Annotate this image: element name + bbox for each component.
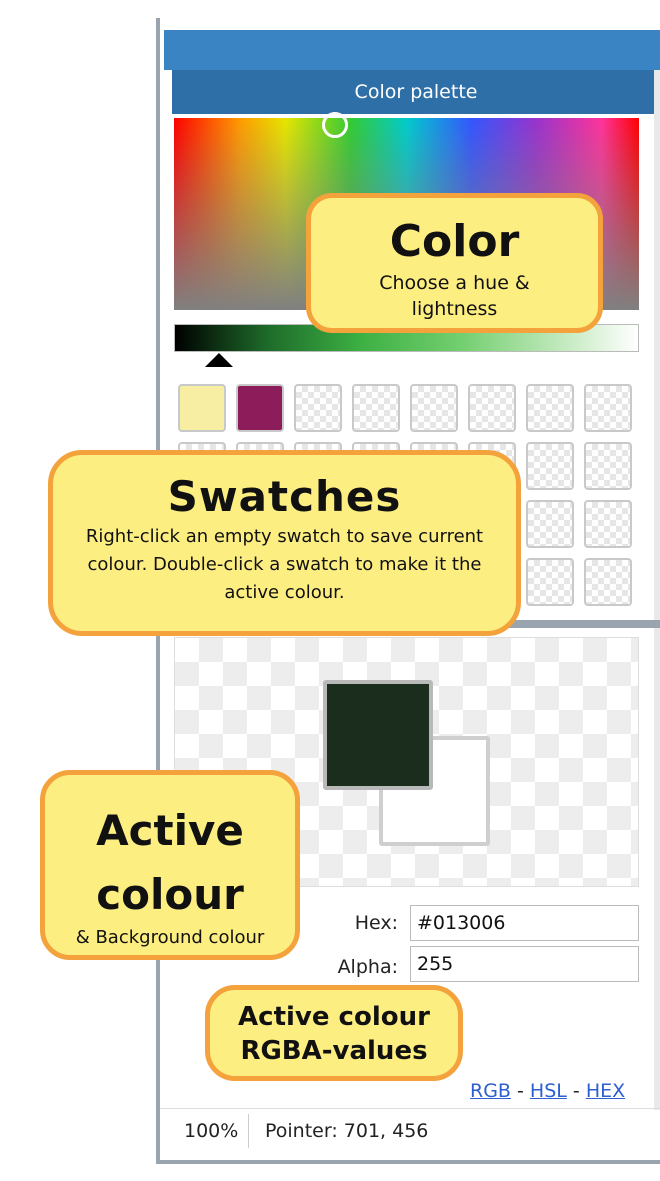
zoom-level: 100% bbox=[184, 1120, 239, 1142]
swatch[interactable] bbox=[468, 384, 516, 432]
swatch[interactable] bbox=[526, 558, 574, 606]
callout-color-text: Choose a hue & lightness bbox=[379, 272, 530, 320]
callout-active-colour: Active colour & Background colour bbox=[40, 770, 300, 960]
pointer-coordinates: Pointer: 701, 456 bbox=[265, 1120, 429, 1142]
link-separator: - bbox=[517, 1080, 524, 1102]
callout-swatches-title: Swatches bbox=[167, 472, 402, 521]
callout-swatches-text: Right-click an empty swatch to save curr… bbox=[85, 526, 484, 603]
callout-rgba: Active colour RGBA-values bbox=[205, 985, 463, 1081]
swatch[interactable] bbox=[294, 384, 342, 432]
callout-color: Color Choose a hue & lightness bbox=[306, 193, 603, 333]
swatch[interactable] bbox=[526, 384, 574, 432]
callout-swatches: Swatches Right-click an empty swatch to … bbox=[48, 450, 521, 636]
swatch[interactable] bbox=[526, 500, 574, 548]
swatch[interactable] bbox=[584, 558, 632, 606]
callout-rgba-title: Active colour RGBA-values bbox=[238, 1002, 430, 1066]
swatch[interactable] bbox=[352, 384, 400, 432]
link-separator: - bbox=[572, 1080, 580, 1102]
alpha-label: Alpha: bbox=[337, 956, 398, 978]
hex-input[interactable] bbox=[410, 905, 639, 941]
callout-active-title: Active colour bbox=[96, 806, 244, 919]
scrollbar-track[interactable] bbox=[654, 70, 660, 1110]
rgb-link[interactable]: RGB bbox=[470, 1080, 511, 1102]
panel-top-bar bbox=[164, 30, 660, 70]
hsl-link[interactable]: HSL bbox=[530, 1080, 567, 1102]
swatch[interactable] bbox=[526, 442, 574, 490]
swatch[interactable] bbox=[584, 384, 632, 432]
hex-label: Hex: bbox=[354, 912, 398, 934]
callout-active-text: & Background colour bbox=[75, 927, 265, 948]
lightness-marker-icon[interactable] bbox=[205, 353, 233, 367]
color-mode-links: RGB - HSL - HEX bbox=[470, 1080, 625, 1102]
swatch[interactable] bbox=[584, 500, 632, 548]
swatch[interactable] bbox=[410, 384, 458, 432]
swatch[interactable] bbox=[178, 384, 226, 432]
swatch[interactable] bbox=[584, 442, 632, 490]
panel-title: Color palette bbox=[172, 70, 660, 114]
swatch[interactable] bbox=[236, 384, 284, 432]
alpha-input[interactable] bbox=[410, 946, 639, 982]
callout-color-title: Color bbox=[389, 216, 520, 267]
status-bar: 100% Pointer: 701, 456 bbox=[160, 1108, 660, 1153]
hex-link[interactable]: HEX bbox=[586, 1080, 625, 1102]
active-colour-swatch[interactable] bbox=[323, 680, 433, 790]
hue-marker-icon[interactable] bbox=[322, 112, 348, 138]
